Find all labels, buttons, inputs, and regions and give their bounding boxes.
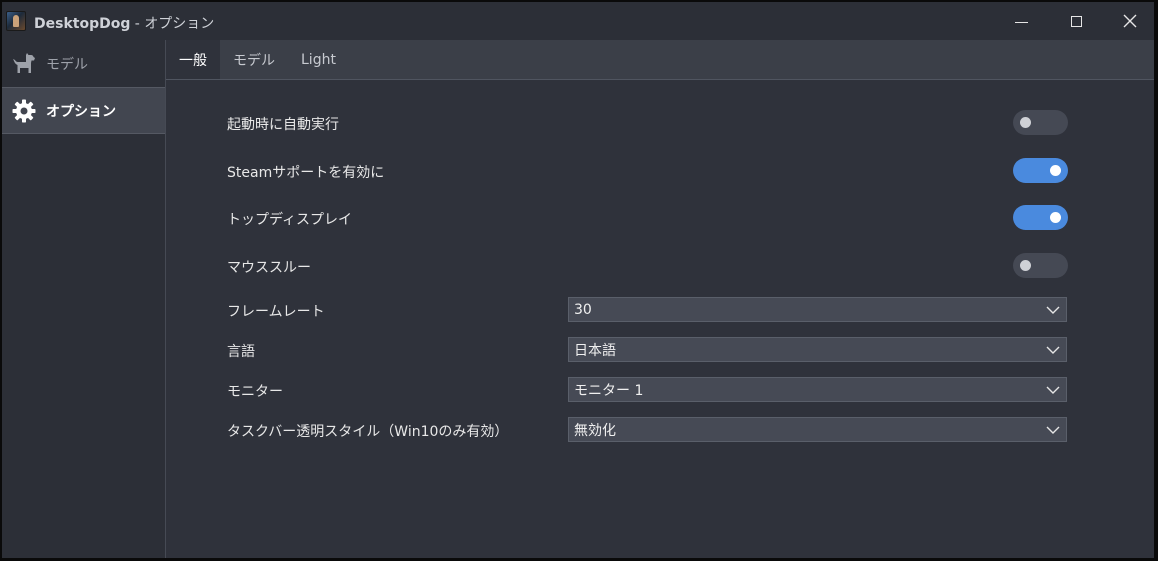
- taskbar-style-label: タスクバー透明スタイル（Win10のみ有効）: [227, 424, 509, 440]
- title-bar[interactable]: DesktopDog - オプション: [2, 2, 1154, 40]
- select-value: 無効化: [574, 422, 616, 439]
- monitor-label: モニター: [227, 384, 283, 400]
- sidebar-item-label: モデル: [46, 56, 88, 73]
- minimize-button[interactable]: [994, 2, 1048, 40]
- sidebar-item-label: オプション: [46, 103, 116, 120]
- settings-panel: 起動時に自動実行 Steamサポートを有効に トップディスプレイ マウススルー …: [166, 80, 1154, 558]
- app-name: DesktopDog: [34, 16, 131, 32]
- options-window: DesktopDog - オプション モデル オプション 一般 モデル Ligh…: [2, 2, 1154, 558]
- close-button[interactable]: [1103, 2, 1157, 40]
- language-select[interactable]: 日本語: [568, 337, 1067, 362]
- page-name: オプション: [144, 16, 215, 32]
- autostart-label: 起動時に自動実行: [227, 117, 339, 133]
- top-display-toggle[interactable]: [1013, 205, 1068, 230]
- toggle-knob: [1050, 212, 1061, 223]
- sidebar-item-options[interactable]: オプション: [2, 87, 165, 134]
- toggle-knob: [1020, 117, 1031, 128]
- top-display-label: トップディスプレイ: [227, 212, 353, 228]
- tab-model[interactable]: モデル: [220, 40, 288, 79]
- chevron-down-icon: [1046, 426, 1060, 434]
- window-title: DesktopDog - オプション: [34, 13, 214, 33]
- dog-icon: [10, 50, 38, 78]
- title-separator: -: [130, 16, 145, 32]
- sidebar: モデル オプション: [2, 40, 166, 558]
- sidebar-item-model[interactable]: モデル: [2, 40, 165, 87]
- tab-general[interactable]: 一般: [166, 40, 220, 79]
- steam-support-toggle[interactable]: [1013, 158, 1068, 183]
- maximize-button[interactable]: [1049, 2, 1103, 40]
- chevron-down-icon: [1046, 346, 1060, 354]
- select-value: 30: [574, 301, 592, 318]
- minimize-icon: [1014, 21, 1028, 23]
- mouse-through-label: マウススルー: [227, 260, 311, 276]
- taskbar-style-select[interactable]: 無効化: [568, 417, 1067, 442]
- framerate-select[interactable]: 30: [568, 297, 1067, 322]
- maximize-icon: [1070, 15, 1082, 27]
- select-value: 日本語: [574, 342, 616, 359]
- select-value: モニター 1: [574, 382, 644, 399]
- toggle-knob: [1020, 260, 1031, 271]
- chevron-down-icon: [1046, 386, 1060, 394]
- steam-support-label: Steamサポートを有効に: [227, 165, 385, 181]
- close-icon: [1123, 14, 1137, 28]
- language-label: 言語: [227, 344, 255, 360]
- chevron-down-icon: [1046, 306, 1060, 314]
- monitor-select[interactable]: モニター 1: [568, 377, 1067, 402]
- autostart-toggle[interactable]: [1013, 110, 1068, 135]
- app-icon: [6, 11, 26, 31]
- tab-light[interactable]: Light: [288, 40, 349, 79]
- mouse-through-toggle[interactable]: [1013, 253, 1068, 278]
- toggle-knob: [1050, 165, 1061, 176]
- tab-bar: 一般 モデル Light: [166, 40, 1154, 80]
- framerate-label: フレームレート: [227, 304, 325, 320]
- gear-icon: [10, 97, 38, 125]
